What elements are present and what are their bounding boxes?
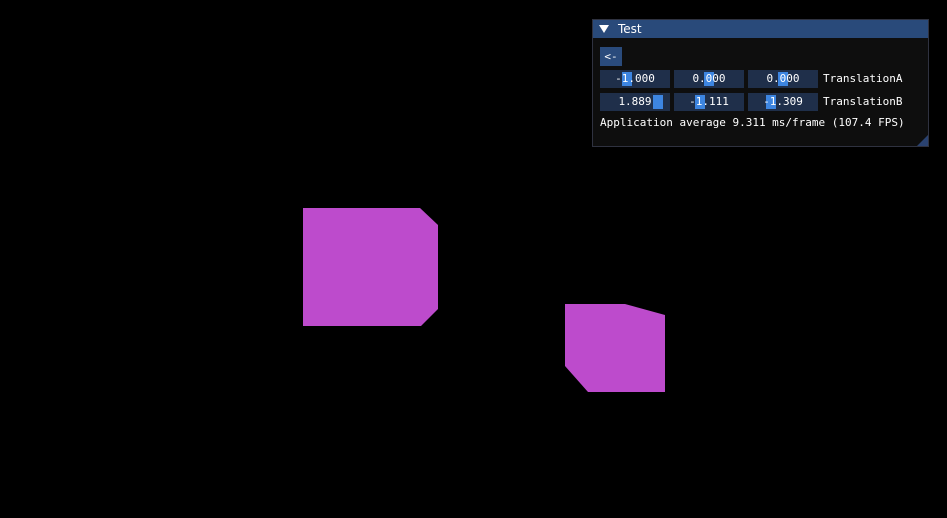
translation-a-z-slider[interactable]: 0.000	[748, 70, 818, 88]
test-window[interactable]: Test <- -1.000 0.000 0.000 TranslationA …	[592, 19, 929, 147]
fps-status-text: Application average 9.311 ms/frame (107.…	[600, 116, 905, 129]
back-button[interactable]: <-	[600, 47, 622, 66]
slider-value: -1.111	[689, 95, 729, 108]
translation-b-z-slider[interactable]: -1.309	[748, 93, 818, 111]
translation-a-x-slider[interactable]: -1.000	[600, 70, 670, 88]
translation-b-label: TranslationB	[823, 95, 903, 108]
slider-value: -1.000	[615, 72, 655, 85]
translation-b-y-slider[interactable]: -1.111	[674, 93, 744, 111]
translation-a-label: TranslationA	[823, 72, 903, 85]
translation-b-x-slider[interactable]: 1.889	[600, 93, 670, 111]
rendered-object-a	[303, 208, 438, 326]
window-title-bar[interactable]: Test	[593, 20, 928, 38]
slider-value: -1.309	[763, 95, 803, 108]
resize-grip-icon[interactable]	[917, 135, 928, 146]
slider-value: 1.889	[618, 95, 652, 108]
rendered-object-b	[565, 304, 665, 392]
triangle-down-icon[interactable]	[599, 25, 609, 33]
slider-value: 0.000	[766, 72, 800, 85]
translation-a-y-slider[interactable]: 0.000	[674, 70, 744, 88]
window-title: Test	[618, 22, 642, 36]
slider-value: 0.000	[692, 72, 726, 85]
